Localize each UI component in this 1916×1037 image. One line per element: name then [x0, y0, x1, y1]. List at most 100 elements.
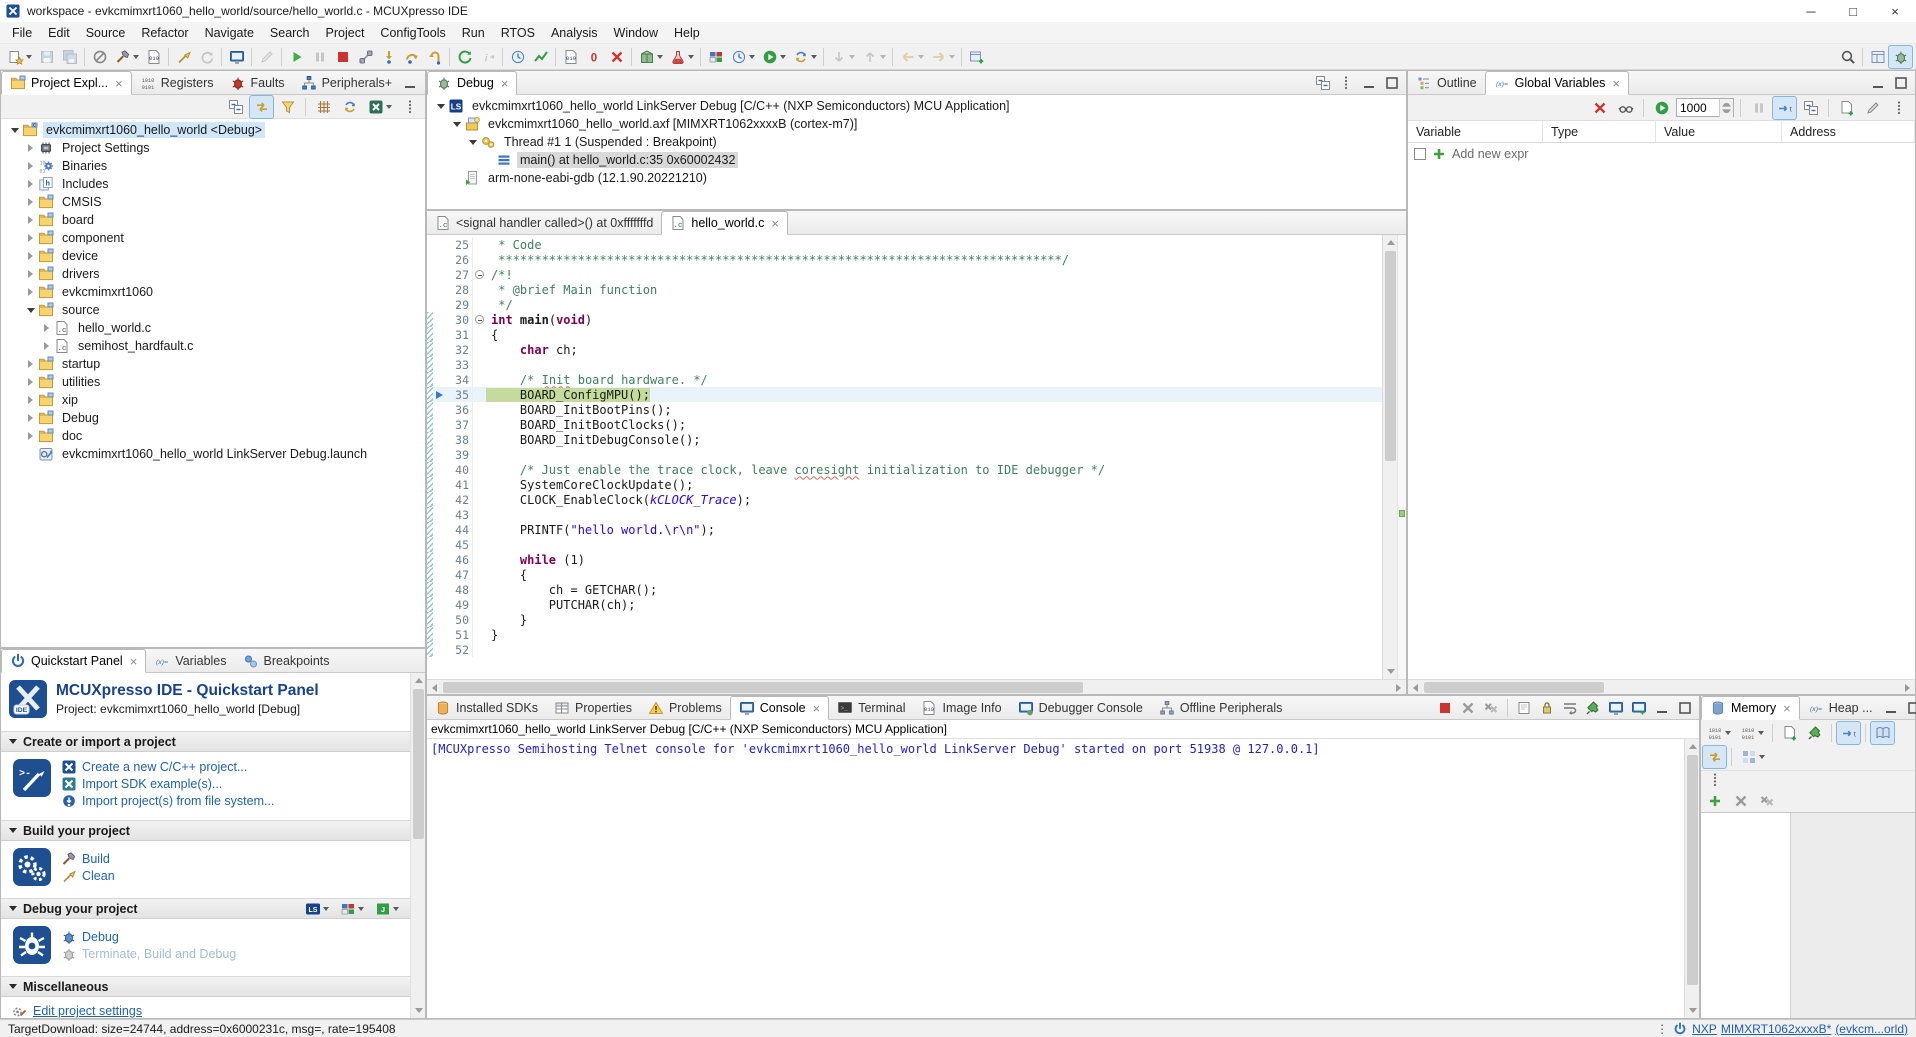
- code-line-26[interactable]: 26 *************************************…: [427, 252, 1382, 267]
- project-explorer-collapse-all-button[interactable]: [224, 96, 247, 118]
- expander-icon[interactable]: [23, 375, 38, 390]
- console-tab-offline-peripherals[interactable]: Offline Peripherals: [1151, 696, 1291, 719]
- code-line-43[interactable]: 43: [427, 507, 1382, 522]
- overflow-dots-icon[interactable]: [1707, 772, 1909, 788]
- expander-icon[interactable]: [23, 429, 38, 444]
- console-tab-console[interactable]: Console×: [730, 696, 829, 720]
- global-variables-run-update-button[interactable]: [1650, 97, 1673, 119]
- toolbar-back-button[interactable]: [896, 46, 927, 68]
- console-maximize-view-button[interactable]: [1675, 698, 1695, 717]
- fold-gutter[interactable]: [472, 537, 486, 552]
- expander-icon[interactable]: [449, 117, 464, 132]
- close-tab-icon[interactable]: ×: [1612, 76, 1620, 91]
- code-line-35[interactable]: 35 BOARD_ConfigMPU();: [427, 387, 1382, 402]
- update-interval-spinner[interactable]: [1676, 98, 1734, 117]
- expander-icon[interactable]: [23, 159, 38, 174]
- fold-gutter[interactable]: [472, 237, 486, 252]
- console-clear-console-button[interactable]: [1514, 698, 1534, 717]
- toolbar-terminate-button[interactable]: [331, 46, 354, 68]
- power-icon[interactable]: [1673, 1022, 1687, 1036]
- menu-run[interactable]: Run: [454, 24, 493, 42]
- project-item-drivers[interactable]: drivers: [1, 265, 425, 283]
- toolbar-open-console-view-button[interactable]: [225, 46, 248, 68]
- status-link-evkcm-orld[interactable]: (evkcm...orld): [1835, 1022, 1908, 1036]
- toolbar-perspective-debug-button[interactable]: [1889, 46, 1912, 68]
- editor-tab-hello-world-c[interactable]: .chello_world.c×: [661, 211, 788, 235]
- column-header-type[interactable]: Type: [1543, 121, 1656, 142]
- memory-format-hex-button[interactable]: 10100101: [1703, 722, 1734, 744]
- memory-maximize-button[interactable]: [1904, 698, 1916, 717]
- project-item-board[interactable]: board: [1, 211, 425, 229]
- quickstart-tab-breakpoints[interactable]: Breakpoints: [235, 649, 338, 672]
- project-explorer-tab-project-expl[interactable]: Project Expl...×: [1, 71, 132, 95]
- debug-view-collapse-all-button[interactable]: [1313, 73, 1333, 92]
- fold-gutter[interactable]: [472, 612, 486, 627]
- project-item-component[interactable]: component: [1, 229, 425, 247]
- expander-icon[interactable]: [39, 321, 54, 336]
- project-explorer-sync-button[interactable]: [338, 96, 361, 118]
- console-vertical-scrollbar[interactable]: [1684, 739, 1699, 1018]
- debug-item-main-at-hello-world-c-35-0x60002432[interactable]: main() at hello_world.c:35 0x60002432: [427, 151, 1406, 169]
- fold-gutter[interactable]: [472, 642, 486, 657]
- toolbar-instruction-stepping-button[interactable]: i: [476, 46, 499, 68]
- console-scroll-lock-button[interactable]: [1537, 698, 1557, 717]
- console-tab-installed-sdks[interactable]: Installed SDKs: [427, 696, 546, 719]
- toolbar-search-button[interactable]: [1836, 46, 1859, 68]
- link-import-project-s-from-file-system[interactable]: Import project(s) from file system...: [61, 793, 274, 808]
- console-open-console-button[interactable]: [1629, 698, 1649, 717]
- probe-jlink-button[interactable]: J: [371, 898, 402, 920]
- expander-icon[interactable]: [23, 249, 38, 264]
- project-item-startup[interactable]: startup: [1, 355, 425, 373]
- section-header-create-or-import-a-project[interactable]: Create or import a project: [1, 731, 410, 752]
- global-variables-new-expression-button[interactable]: [1835, 97, 1858, 119]
- debug-item-thread-1-1-suspended-breakpoint[interactable]: Thread #1 1 (Suspended : Breakpoint): [427, 133, 1406, 151]
- code-line-27[interactable]: 27/*!: [427, 267, 1382, 282]
- toolbar-step-return-button[interactable]: [423, 46, 446, 68]
- global-variables-view-menu-button[interactable]: [1887, 97, 1910, 119]
- link-debug[interactable]: Debug: [61, 929, 236, 944]
- close-tab-icon[interactable]: ×: [1783, 701, 1791, 716]
- toolbar-build-binary-button[interactable]: 010: [142, 46, 165, 68]
- toolbar-prev-annotation-button[interactable]: [858, 46, 889, 68]
- debug-view-maximize-button[interactable]: [1382, 73, 1402, 92]
- fold-gutter[interactable]: [472, 252, 486, 267]
- fold-icon[interactable]: [475, 315, 484, 324]
- toolbar-next-annotation-button[interactable]: [827, 46, 858, 68]
- project-item-semihost-hardfault-c[interactable]: .csemihost_hardfault.c: [1, 337, 425, 355]
- code-line-29[interactable]: 29 */: [427, 297, 1382, 312]
- code-line-50[interactable]: 50 }: [427, 612, 1382, 627]
- expression-checkbox[interactable]: [1414, 148, 1426, 160]
- memory-split-view-button[interactable]: [1871, 722, 1894, 744]
- toolbar-config-clocks-button[interactable]: [727, 46, 758, 68]
- link-create-a-new-c-c-project[interactable]: Create a new C/C++ project...: [61, 759, 274, 774]
- fold-gutter[interactable]: [472, 477, 486, 492]
- memory-new-memory-tab-button[interactable]: [1778, 722, 1801, 744]
- close-tab-icon[interactable]: ×: [130, 654, 138, 669]
- scrollbar-thumb[interactable]: [1424, 682, 1604, 693]
- section-header-miscellaneous[interactable]: Miscellaneous: [1, 976, 410, 997]
- console-remove-launch-button[interactable]: [1458, 698, 1478, 717]
- menu-source[interactable]: Source: [78, 24, 134, 42]
- status-link-nxp[interactable]: NXP: [1692, 1022, 1717, 1036]
- toolbar-toggle-mark-button[interactable]: [255, 46, 278, 68]
- memory-link-with-debug-button[interactable]: t: [1837, 722, 1860, 744]
- global-variables-tab-global-variables[interactable]: (x)=Global Variables×: [1485, 71, 1629, 95]
- section-collapse-icon[interactable]: [9, 906, 17, 911]
- quickstart-tab-variables[interactable]: (x)=Variables: [146, 649, 234, 672]
- fold-gutter[interactable]: [472, 327, 486, 342]
- expander-icon[interactable]: [23, 141, 38, 156]
- code-line-45[interactable]: 45: [427, 537, 1382, 552]
- code-line-40[interactable]: 40 /* Just enable the trace clock, leave…: [427, 462, 1382, 477]
- menu-file[interactable]: File: [4, 24, 40, 42]
- toolbar-flash-programmer-button[interactable]: [666, 46, 697, 68]
- expander-icon[interactable]: [433, 99, 448, 114]
- expander-icon[interactable]: [23, 177, 38, 192]
- column-header-address[interactable]: Address: [1782, 121, 1915, 142]
- menu-help[interactable]: Help: [666, 24, 708, 42]
- section-collapse-icon[interactable]: [9, 828, 17, 833]
- fold-gutter[interactable]: [472, 507, 486, 522]
- toolbar-config-peripherals-button[interactable]: [758, 46, 789, 68]
- console-remove-all-launches-button[interactable]: [1481, 698, 1501, 717]
- menu-edit[interactable]: Edit: [40, 24, 78, 42]
- debug-view-view-menu-button[interactable]: [1336, 73, 1356, 92]
